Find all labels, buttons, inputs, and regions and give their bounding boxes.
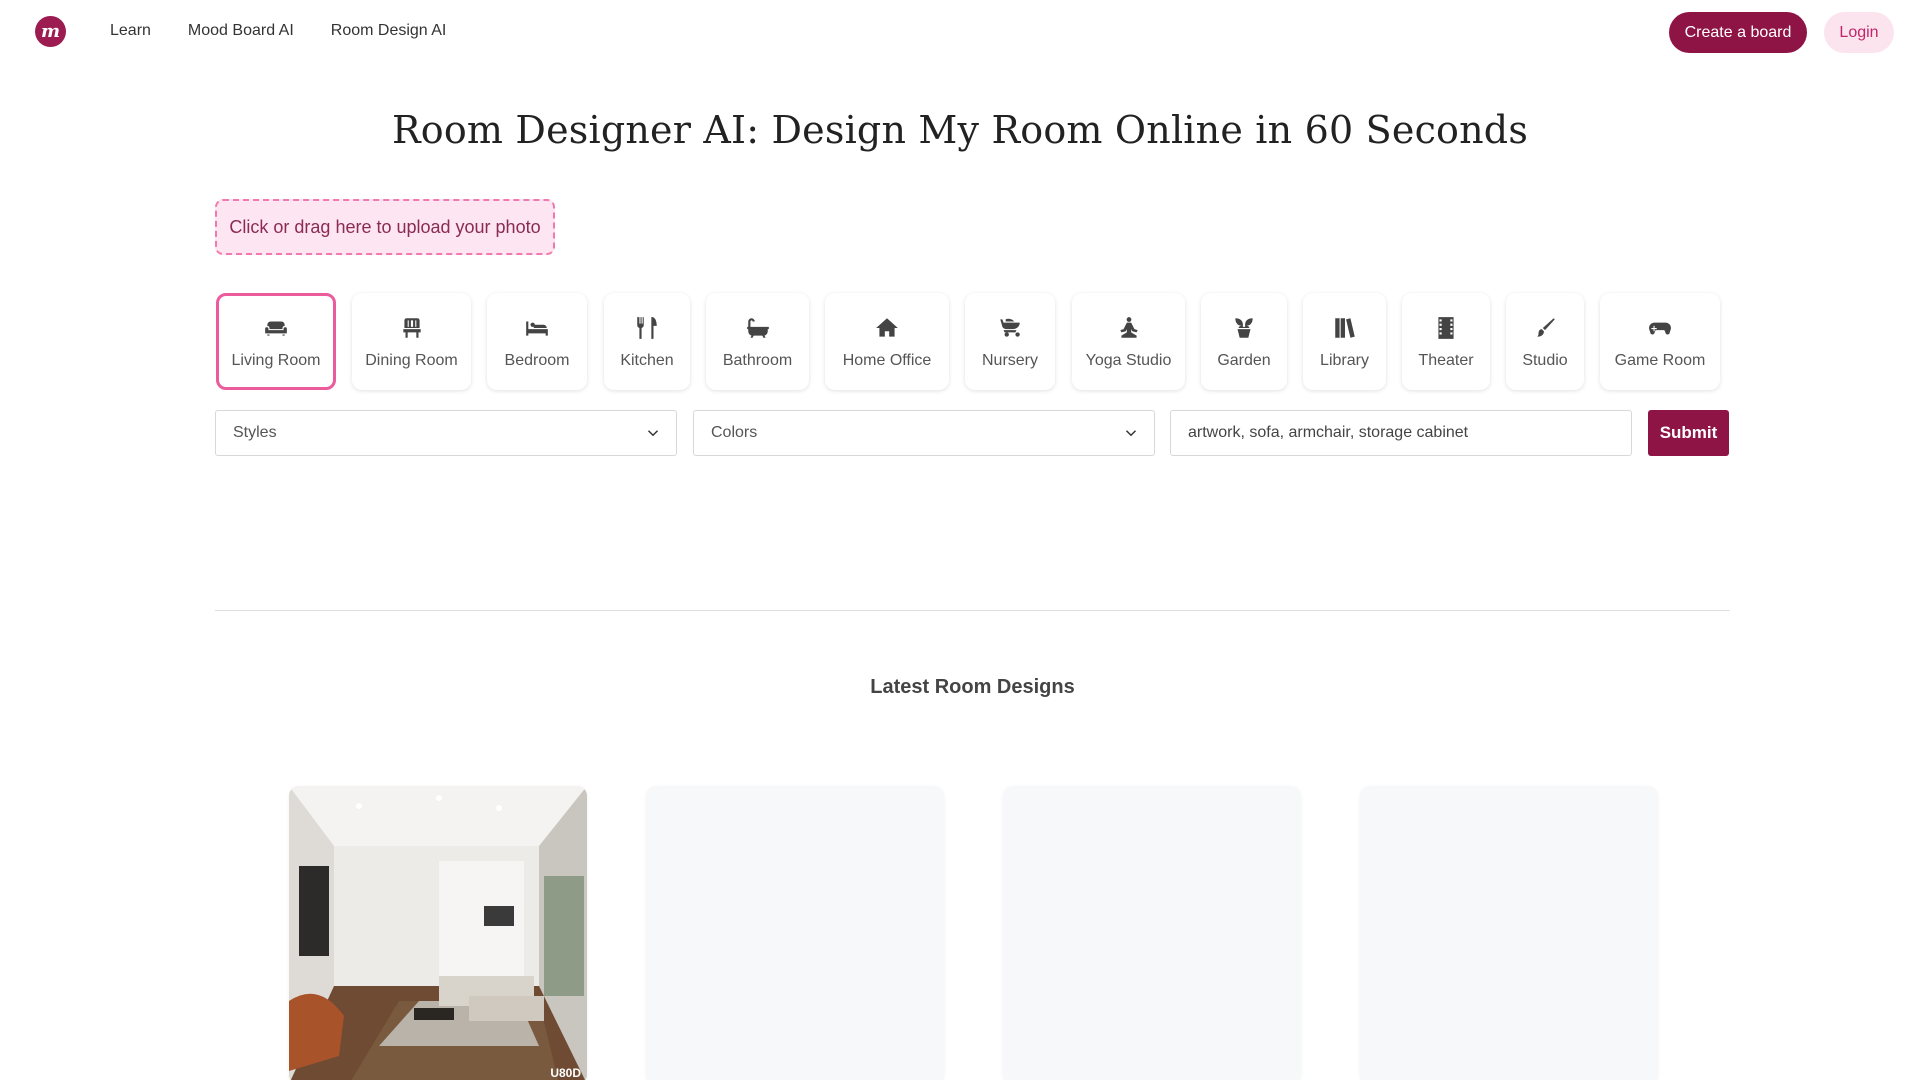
styles-select[interactable]: Styles bbox=[215, 410, 677, 456]
books-icon bbox=[1331, 314, 1359, 342]
room-label: Kitchen bbox=[620, 351, 674, 369]
nav-mood-board-ai[interactable]: Mood Board AI bbox=[188, 22, 294, 40]
create-board-button[interactable]: Create a board bbox=[1669, 12, 1807, 53]
login-button[interactable]: Login bbox=[1824, 12, 1894, 53]
room-bathroom[interactable]: Bathroom bbox=[706, 293, 809, 390]
room-dining-room[interactable]: Dining Room bbox=[352, 293, 471, 390]
latest-designs-heading: Latest Room Designs bbox=[870, 676, 1075, 698]
film-icon bbox=[1432, 314, 1460, 342]
chevron-down-icon bbox=[1122, 424, 1140, 442]
brush-icon bbox=[1531, 314, 1559, 342]
furniture-items-input[interactable] bbox=[1170, 410, 1632, 456]
yoga-icon bbox=[1115, 314, 1143, 342]
styles-select-label: Styles bbox=[233, 424, 277, 441]
room-label: Game Room bbox=[1614, 351, 1706, 369]
room-garden[interactable]: Garden bbox=[1201, 293, 1287, 390]
logo-icon[interactable]: m bbox=[35, 16, 66, 47]
design-card-placeholder bbox=[1360, 786, 1658, 1080]
utensils-icon bbox=[633, 314, 661, 342]
room-label: Garden bbox=[1217, 351, 1271, 369]
submit-button[interactable]: Submit bbox=[1648, 410, 1729, 456]
nav-learn[interactable]: Learn bbox=[110, 22, 151, 40]
room-label: Yoga Studio bbox=[1085, 351, 1172, 369]
room-label: Bedroom bbox=[504, 351, 570, 369]
room-yoga-studio[interactable]: Yoga Studio bbox=[1072, 293, 1185, 390]
design-card-placeholder bbox=[1003, 786, 1301, 1080]
colors-select-label: Colors bbox=[711, 424, 758, 441]
design-card-placeholder bbox=[646, 786, 944, 1080]
room-label: Nursery bbox=[981, 351, 1038, 369]
room-bedroom[interactable]: Bedroom bbox=[487, 293, 587, 390]
room-game-room[interactable]: Game Room bbox=[1600, 293, 1720, 390]
room-kitchen[interactable]: Kitchen bbox=[604, 293, 690, 390]
gamepad-icon bbox=[1646, 314, 1674, 342]
room-theater[interactable]: Theater bbox=[1402, 293, 1490, 390]
colors-select[interactable]: Colors bbox=[693, 410, 1155, 456]
room-library[interactable]: Library bbox=[1303, 293, 1386, 390]
section-divider bbox=[215, 610, 1730, 611]
room-studio[interactable]: Studio bbox=[1506, 293, 1584, 390]
plant-icon bbox=[1230, 314, 1258, 342]
design-card[interactable]: U80D bbox=[289, 786, 587, 1080]
site-header: m Learn Mood Board AI Room Design AI Cre… bbox=[0, 0, 1920, 64]
stroller-icon bbox=[996, 314, 1024, 342]
room-label: Library bbox=[1320, 351, 1369, 369]
bathtub-icon bbox=[744, 314, 772, 342]
room-living-room[interactable]: Living Room bbox=[216, 293, 336, 390]
sofa-icon bbox=[262, 314, 290, 342]
photo-upload-dropzone[interactable]: Click or drag here to upload your photo bbox=[215, 199, 555, 255]
chevron-down-icon bbox=[644, 424, 662, 442]
watermark-badge: U80D bbox=[550, 1066, 581, 1080]
room-label: Living Room bbox=[231, 351, 321, 369]
living-room-photo bbox=[289, 786, 587, 1080]
page-title: Room Designer AI: Design My Room Online … bbox=[391, 108, 1529, 152]
room-label: Bathroom bbox=[722, 351, 793, 369]
nav-room-design-ai[interactable]: Room Design AI bbox=[331, 22, 447, 40]
main-nav: Learn Mood Board AI Room Design AI bbox=[110, 22, 483, 40]
chair-icon bbox=[398, 314, 426, 342]
house-icon bbox=[873, 314, 901, 342]
room-label: Theater bbox=[1418, 351, 1474, 369]
room-home-office[interactable]: Home Office bbox=[825, 293, 949, 390]
bed-icon bbox=[523, 314, 551, 342]
room-label: Studio bbox=[1522, 351, 1568, 369]
room-nursery[interactable]: Nursery bbox=[965, 293, 1055, 390]
room-label: Dining Room bbox=[365, 351, 458, 369]
room-label: Home Office bbox=[842, 351, 932, 369]
